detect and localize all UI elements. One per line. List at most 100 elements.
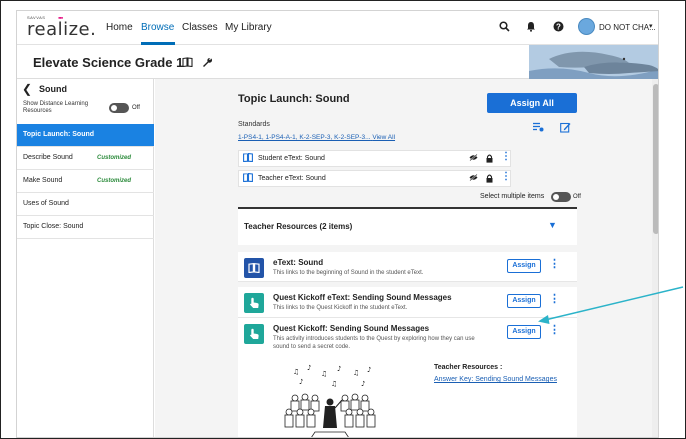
chevron-down-icon[interactable]: ▾: [649, 22, 653, 30]
assign-all-button[interactable]: Assign All: [487, 93, 577, 113]
user-name[interactable]: DO NOT CHA...: [599, 23, 656, 32]
wrench-icon[interactable]: [202, 57, 213, 71]
svg-text:♫: ♫: [321, 370, 327, 378]
etext-label[interactable]: Teacher eText: Sound: [258, 175, 326, 182]
resource-description: This links to the Quest Kickoff in the s…: [273, 305, 408, 311]
book-icon: [243, 172, 253, 184]
visibility-off-icon[interactable]: [469, 173, 478, 183]
standards-links[interactable]: 1-PS4-1, 1-PS4-A-1, K-2-SEP-3, K-2-SEP-3…: [238, 134, 395, 141]
view-all-link[interactable]: View All: [372, 134, 395, 141]
grade-bar: Elevate Science Grade 1: [17, 45, 658, 79]
teacher-resources-header[interactable]: Teacher Resources (2 items) ▼: [238, 207, 577, 245]
lock-icon[interactable]: [486, 154, 493, 165]
resource-title[interactable]: Quest Kickoff eText: Sending Sound Messa…: [273, 293, 452, 302]
more-options-icon[interactable]: ⋮: [501, 172, 511, 182]
pointer-hand-icon: [244, 324, 264, 344]
assign-button[interactable]: Assign: [507, 259, 541, 273]
help-icon[interactable]: ?: [553, 21, 564, 35]
sidebar-title: Sound: [39, 84, 67, 94]
assign-button[interactable]: Assign: [507, 294, 541, 308]
sidebar: ❮ Sound Show Distance Learning Resources…: [17, 79, 154, 437]
standards-label: Standards: [238, 121, 270, 128]
sidebar-item-label: Make Sound: [23, 177, 63, 184]
resource-title[interactable]: Quest Kickoff: Sending Sound Messages: [273, 324, 429, 333]
sidebar-item-label: Uses of Sound: [23, 200, 69, 207]
distance-learning-toggle[interactable]: [109, 103, 129, 113]
page-title: Topic Launch: Sound: [238, 93, 350, 105]
sidebar-header: ❮ Sound: [17, 79, 154, 99]
bell-icon[interactable]: [526, 21, 536, 35]
program-banner-image: [529, 45, 658, 79]
select-multiple-label: Select multiple items: [480, 193, 545, 200]
assign-button[interactable]: Assign: [507, 325, 541, 339]
choir-illustration: ♫ ♪♫ ♪ ♫ ♪ ♪ ♫ ♪: [275, 362, 385, 437]
search-icon[interactable]: [499, 21, 510, 35]
user-avatar[interactable]: [578, 18, 595, 35]
resource-description: This links to the beginning of Sound in …: [273, 270, 424, 276]
book-icon[interactable]: [182, 57, 193, 70]
sidebar-item-topic-close[interactable]: Topic Close: Sound: [17, 216, 154, 239]
resource-card[interactable]: eText: Sound This links to the beginning…: [238, 252, 577, 282]
etext-row-student[interactable]: Student eText: Sound ⋮: [238, 150, 511, 167]
distance-learning-label: Show Distance Learning Resources: [23, 101, 89, 114]
svg-text:♫: ♫: [293, 368, 299, 376]
main-content: Topic Launch: Sound Assign All Standards…: [155, 79, 652, 437]
svg-text:♫: ♫: [331, 380, 337, 388]
program-title[interactable]: Elevate Science Grade 1: [33, 55, 183, 70]
caret-down-icon[interactable]: ▼: [548, 220, 557, 230]
svg-text:♪: ♪: [299, 378, 303, 386]
more-options-icon[interactable]: ⋮: [549, 294, 560, 305]
logo-dots-icon: ●●●: [58, 15, 63, 20]
etext-label[interactable]: Student eText: Sound: [258, 155, 325, 162]
visibility-off-icon[interactable]: [469, 153, 478, 163]
realize-logo[interactable]: SAVVAS realize. ●●●: [27, 15, 96, 39]
sidebar-item-describe-sound[interactable]: Describe Sound Customized: [17, 147, 154, 170]
customized-badge: Customized: [97, 155, 132, 161]
nav-my-library[interactable]: My Library: [225, 22, 272, 33]
more-options-icon[interactable]: ⋮: [501, 152, 511, 162]
edit-icon[interactable]: [560, 122, 571, 136]
scrollbar-thumb[interactable]: [653, 84, 658, 234]
sidebar-item-label: Topic Launch: Sound: [23, 131, 95, 138]
sidebar-item-uses-of-sound[interactable]: Uses of Sound: [17, 193, 154, 216]
select-multiple-state: Off: [573, 194, 581, 200]
app-window: SAVVAS realize. ●●● Home Browse Classes …: [16, 10, 659, 438]
distance-learning-state: Off: [132, 105, 140, 111]
top-nav: SAVVAS realize. ●●● Home Browse Classes …: [17, 11, 658, 45]
etext-row-teacher[interactable]: Teacher eText: Sound ⋮: [238, 170, 511, 187]
book-icon: [243, 152, 253, 164]
svg-text:♪: ♪: [337, 365, 341, 373]
svg-text:?: ?: [556, 22, 561, 31]
svg-text:♫: ♫: [353, 369, 359, 377]
customized-badge: Customized: [97, 178, 132, 184]
playlist-add-icon[interactable]: [533, 122, 544, 135]
teacher-resources-title: Teacher Resources (2 items): [244, 222, 353, 231]
teacher-resources-label: Teacher Resources :: [434, 364, 503, 371]
sidebar-item-topic-launch[interactable]: Topic Launch: Sound: [17, 124, 154, 147]
svg-text:♪: ♪: [367, 366, 371, 374]
sidebar-item-make-sound[interactable]: Make Sound Customized: [17, 170, 154, 193]
standards-list[interactable]: 1-PS4-1, 1-PS4-A-1, K-2-SEP-3, K-2-SEP-3…: [238, 134, 371, 141]
svg-text:♪: ♪: [307, 364, 311, 372]
resource-title[interactable]: eText: Sound: [273, 258, 323, 267]
answer-key-link[interactable]: Answer Key: Sending Sound Messages: [434, 376, 557, 383]
more-options-icon[interactable]: ⋮: [549, 259, 560, 270]
lock-icon[interactable]: [486, 174, 493, 185]
resource-description: This activity introduces students to the…: [273, 336, 475, 350]
sidebar-item-label: Describe Sound: [23, 154, 73, 161]
scrollbar[interactable]: [652, 79, 658, 437]
pointer-hand-icon: [244, 293, 264, 313]
nav-browse[interactable]: Browse: [141, 22, 174, 33]
select-multiple-toggle[interactable]: [551, 192, 571, 202]
more-options-icon[interactable]: ⋮: [549, 325, 560, 336]
screenshot-frame: SAVVAS realize. ●●● Home Browse Classes …: [0, 0, 686, 439]
book-icon: [244, 258, 264, 278]
back-arrow-icon[interactable]: ❮: [22, 82, 32, 96]
svg-text:♪: ♪: [361, 380, 365, 388]
nav-home[interactable]: Home: [106, 22, 133, 33]
logo-text: realize.: [27, 19, 97, 40]
resource-card[interactable]: Quest Kickoff eText: Sending Sound Messa…: [238, 287, 577, 318]
nav-classes[interactable]: Classes: [182, 22, 218, 33]
sidebar-item-label: Topic Close: Sound: [23, 223, 84, 230]
dolphin-image: [529, 45, 658, 79]
